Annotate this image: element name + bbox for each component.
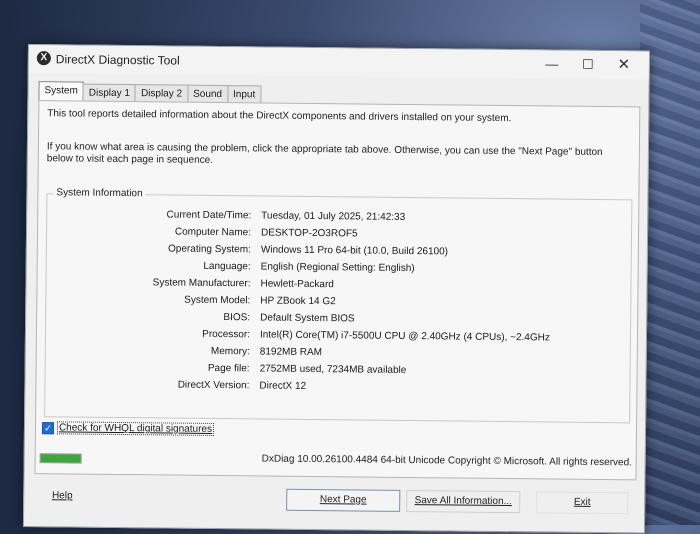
info-label: BIOS:	[223, 312, 251, 324]
info-label: Memory:	[210, 345, 250, 358]
info-label: Current Date/Time:	[166, 209, 252, 222]
info-label: Processor:	[202, 328, 251, 341]
title-bar[interactable]: X DirectX Diagnostic Tool — ☐ ✕	[28, 45, 649, 80]
info-label: System Manufacturer:	[152, 277, 251, 290]
directx-x-icon: X	[36, 51, 51, 66]
info-value: Default System BIOS	[260, 312, 355, 325]
intro-text: This tool reports detailed information a…	[47, 108, 512, 125]
info-value: Tuesday, 01 July 2025, 21:42:33	[261, 210, 406, 223]
info-label: System Model:	[184, 294, 251, 307]
group-label: System Information	[53, 187, 146, 200]
instructions-text: If you know what area is causing the pro…	[46, 141, 603, 166]
help-button[interactable]: Help	[42, 486, 82, 506]
info-value: Windows 11 Pro 64-bit (10.0, Build 26100…	[260, 244, 449, 258]
whql-label[interactable]: Check for WHQL digital signatures	[56, 421, 215, 436]
progress-bar	[39, 453, 82, 464]
info-value: 2752MB used, 7234MB available	[259, 363, 407, 376]
info-label: Page file:	[207, 362, 250, 375]
info-value: HP ZBook 14 G2	[260, 295, 336, 308]
save-all-information-button[interactable]: Save All Information...	[406, 489, 521, 514]
whql-checkbox[interactable]: ✓	[41, 421, 55, 434]
info-label: Computer Name:	[174, 226, 252, 239]
info-value: 8192MB RAM	[259, 346, 323, 359]
dxdiag-window: X DirectX Diagnostic Tool — ☐ ✕ System D…	[22, 44, 650, 534]
whql-checkbox-row[interactable]: ✓ Check for WHQL digital signatures	[41, 421, 215, 436]
minimize-button[interactable]: —	[535, 53, 569, 75]
info-value: DirectX 12	[259, 380, 307, 392]
close-button[interactable]: ✕	[607, 54, 641, 76]
window-title: DirectX Diagnostic Tool	[55, 52, 180, 68]
info-label: DirectX Version:	[177, 379, 250, 392]
progress-fill	[40, 454, 81, 463]
info-label: Operating System:	[167, 243, 251, 256]
info-value: Hewlett-Packard	[260, 278, 334, 291]
info-value: DESKTOP-2O3ROF5	[260, 227, 358, 240]
maximize-button[interactable]: ☐	[571, 54, 605, 76]
info-label: Language:	[203, 260, 251, 273]
system-information-group: System Information Current Date/Time: Tu…	[44, 187, 633, 424]
info-value: Intel(R) Core(TM) i7-5500U CPU @ 2.40GHz…	[259, 329, 550, 344]
info-value: English (Regional Setting: English)	[260, 261, 415, 275]
next-page-button[interactable]: Next Page	[286, 488, 401, 512]
system-tab-panel: This tool reports detailed information a…	[34, 100, 641, 481]
exit-button[interactable]: Exit	[536, 491, 629, 515]
copyright-text: DxDiag 10.00.26100.4484 64-bit Unicode C…	[261, 453, 633, 469]
